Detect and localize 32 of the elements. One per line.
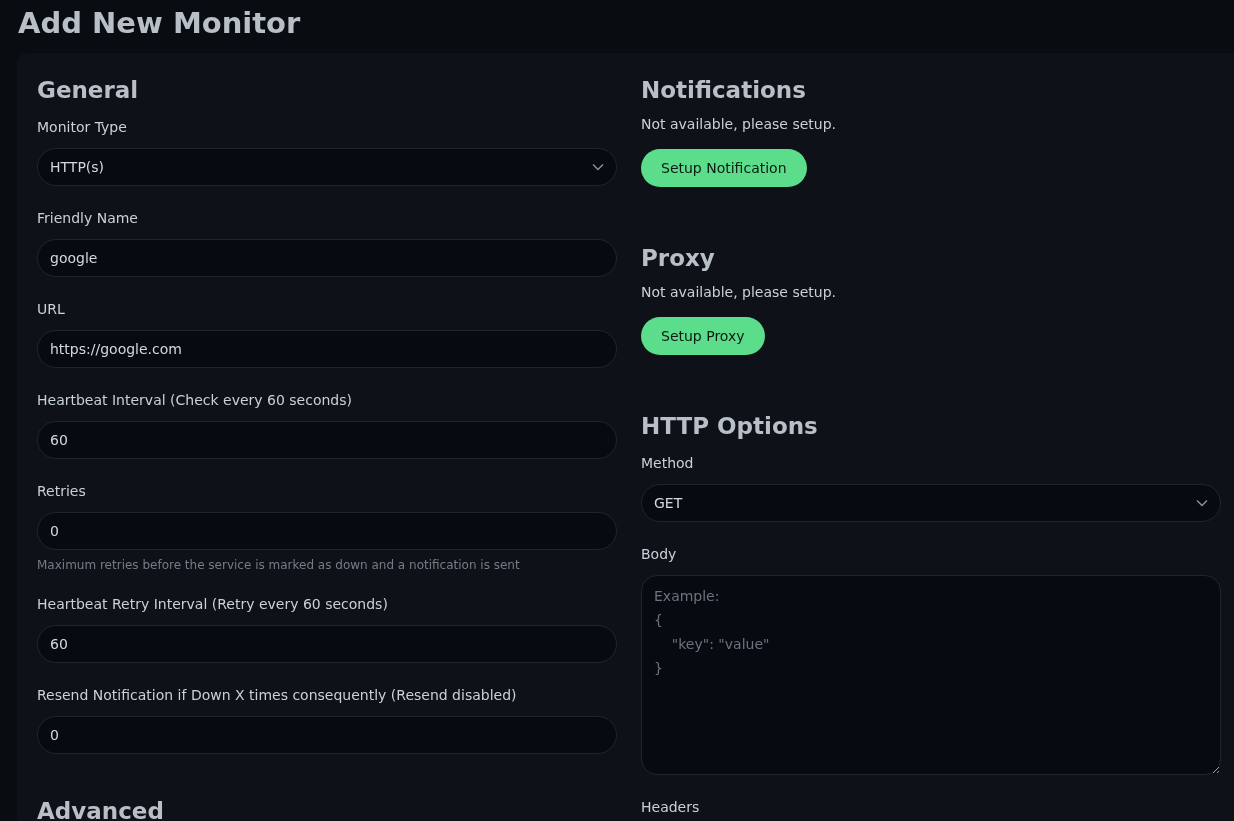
select-field[interactable]: HTTP(s) <box>37 148 617 186</box>
input-field[interactable]: 60 <box>37 421 617 459</box>
field-label: Heartbeat Interval (Check every 60 seconds) <box>37 391 353 410</box>
setup-button[interactable]: Setup Notification <box>641 149 807 187</box>
input-field[interactable]: 0 <box>37 512 617 550</box>
select-field[interactable]: GET <box>641 484 1221 522</box>
field-label: Body <box>641 545 678 564</box>
chevron-down-icon <box>592 163 604 171</box>
status-message: Not available, please setup. <box>641 116 837 132</box>
status-message: Not available, please setup. <box>641 284 837 300</box>
field-label: Resend Notification if Down X times consequently (Resend disabled) <box>37 686 518 705</box>
section-heading: HTTP Options <box>641 412 819 441</box>
section-heading: Proxy <box>641 244 716 273</box>
field-label: Method <box>641 454 695 473</box>
field-label: Heartbeat Retry Interval (Retry every 60 seconds) <box>37 595 389 614</box>
chevron-down-icon <box>1196 499 1208 507</box>
input-field[interactable]: google <box>37 239 617 277</box>
input-field[interactable]: https://google.com <box>37 330 617 368</box>
field-label: Friendly Name <box>37 209 139 228</box>
help-text: Maximum retries before the service is marked as down and a notification is sent <box>37 558 521 572</box>
field-label: Headers <box>641 798 701 817</box>
field-label: URL <box>37 300 66 319</box>
field-label: Monitor Type <box>37 118 128 137</box>
input-field[interactable]: 0 <box>37 716 617 754</box>
section-heading: Notifications <box>641 76 807 105</box>
page-title: Add New Monitor <box>17 5 302 42</box>
section-heading: General <box>37 76 140 105</box>
input-field[interactable]: 60 <box>37 625 617 663</box>
field-label: Retries <box>37 482 87 501</box>
section-heading: Advanced <box>37 797 165 821</box>
textarea-field[interactable]: Example: { "key": "value" } <box>641 575 1221 775</box>
setup-button[interactable]: Setup Proxy <box>641 317 765 355</box>
